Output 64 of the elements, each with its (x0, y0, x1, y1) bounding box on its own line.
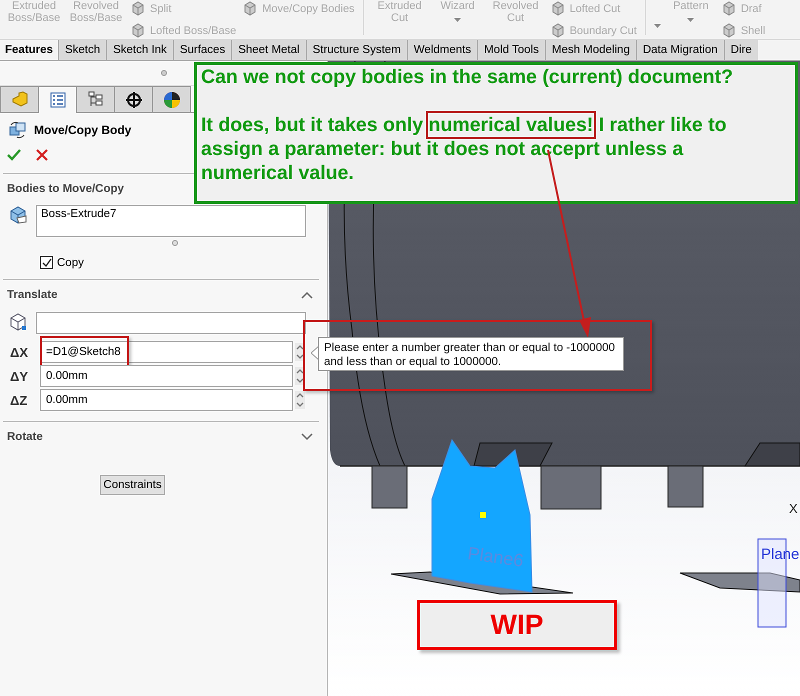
ribbon-tab[interactable]: Dire (724, 40, 758, 60)
support-leg (668, 466, 704, 508)
part-icon (10, 90, 28, 108)
tree-icon (86, 90, 104, 108)
panel-title: Move/Copy Body (34, 123, 132, 137)
panel-tab[interactable] (76, 86, 115, 112)
list-item[interactable]: Boss-Extrude7 (41, 208, 301, 220)
spinner-icon (295, 367, 305, 385)
caret-icon (454, 18, 462, 22)
axis-label: ΔX (10, 344, 30, 360)
ribbon-tab[interactable]: Sheet Metal (231, 40, 306, 60)
input-field[interactable]: =D1@Sketch8 (40, 341, 293, 363)
caret-icon (687, 18, 694, 22)
move-copy-icon (8, 121, 28, 139)
annotation-text: Can we not copy bodies in the same (current) document? (201, 65, 734, 89)
section-title: Rotate (7, 431, 43, 443)
ribbon-tab[interactable]: Weldments (406, 40, 478, 60)
ribbon-tab[interactable]: Mesh Modeling (544, 40, 636, 60)
crosshair-icon (124, 90, 142, 108)
wip-label: WIP (417, 600, 617, 650)
ribbon-tab[interactable]: Sketch Ink (106, 40, 173, 60)
annotation-text: It does, but it takes only numerical values! I rather like to assign a parameter: but it does not acceprt unless a numerical value. (201, 113, 775, 185)
ribbon-tab[interactable]: Mold Tools (477, 40, 545, 60)
cube-icon (8, 312, 28, 332)
cube-icon (8, 205, 28, 225)
input-field[interactable]: 0.00mm (40, 365, 293, 387)
handle-icon[interactable] (160, 70, 166, 76)
axis-label: X (789, 501, 798, 516)
point-marker (480, 512, 486, 518)
handle-icon[interactable] (172, 240, 178, 246)
selection-list[interactable]: Boss-Extrude7 (36, 205, 306, 237)
caret-icon[interactable] (654, 24, 661, 28)
close-icon (34, 147, 50, 163)
ok-button[interactable] (6, 147, 22, 163)
constraints-button[interactable]: Constraints (100, 475, 165, 495)
spin-button[interactable] (295, 391, 305, 409)
support-leg (372, 466, 408, 508)
list-icon (48, 91, 66, 109)
ribbon-tab[interactable]: Surfaces (172, 40, 232, 60)
section-title: Bodies to Move/Copy (7, 183, 124, 195)
collapse-icon[interactable] (301, 291, 313, 299)
check-icon (6, 147, 22, 163)
panel-tab[interactable] (152, 86, 191, 112)
input-field[interactable]: 0.00mm (40, 389, 293, 411)
expand-icon[interactable] (301, 433, 313, 441)
copy-checkbox[interactable]: Copy (0, 246, 327, 269)
tooltip: Please enter a number greater than or equal to -1000000 and less than or equal to 1000000. (318, 337, 624, 371)
ribbon-tab[interactable]: Data Migration (636, 40, 724, 60)
support-leg (540, 466, 602, 510)
ribbon-tab[interactable]: Structure System (306, 40, 407, 60)
section-title: Translate (7, 289, 58, 301)
axis-label: ΔY (10, 368, 30, 384)
spinner-icon (295, 343, 305, 361)
check-icon (42, 258, 52, 268)
spinner-icon (295, 391, 305, 409)
plane-label: Plane6 (466, 543, 525, 571)
cancel-button[interactable] (34, 147, 50, 163)
panel-tab[interactable] (114, 86, 153, 112)
axis-label: ΔZ (10, 392, 28, 408)
input-field[interactable] (36, 312, 306, 334)
color-ball-icon (162, 90, 180, 108)
tooltip-pointer-icon (311, 346, 319, 360)
panel-tab[interactable] (38, 86, 77, 113)
ribbon-tab[interactable]: Sketch (58, 40, 106, 60)
